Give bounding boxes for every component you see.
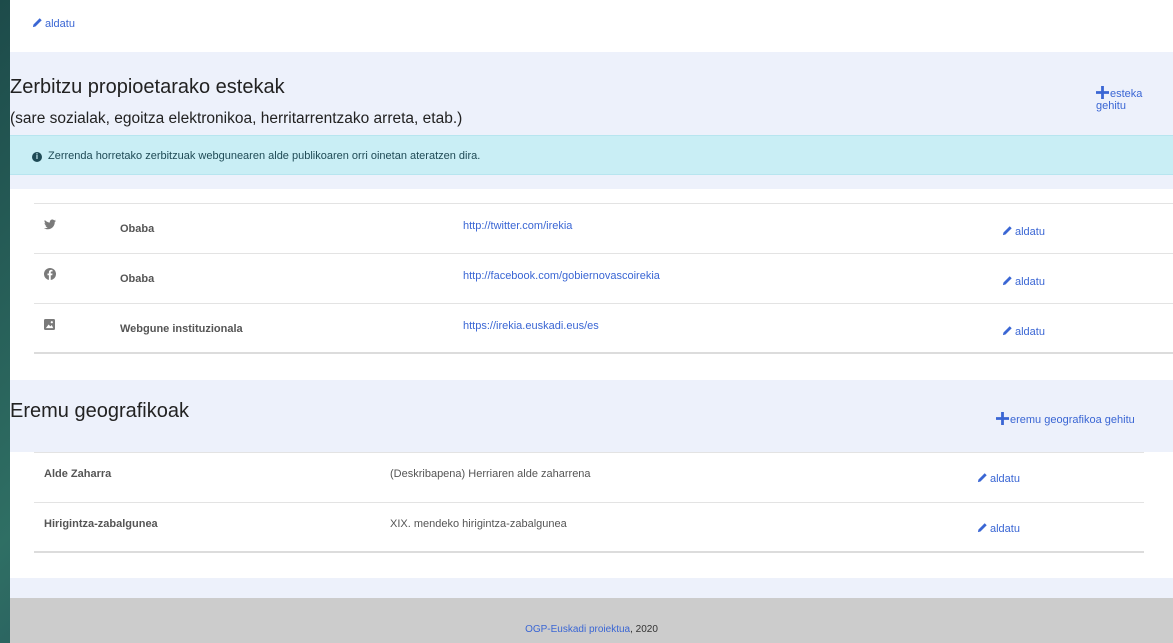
image-icon [44,319,55,333]
edit-button[interactable]: aldatu [977,472,1020,485]
add-link-button[interactable]: esteka gehitu [1096,86,1173,112]
geo-description: (Deskribapena) Herriaren alde zaharrena [390,468,591,480]
top-edit-label: aldatu [45,18,75,30]
geo-title: Eremu geografikoak [10,400,189,422]
pencil-icon [1002,226,1012,236]
geo-name: Alde Zaharra [44,468,112,480]
service-url[interactable]: http://twitter.com/irekia [463,220,572,232]
table-row: Obaba http://facebook.com/gobiernovascoi… [34,254,1173,304]
geo-name: Hirigintza-zabalgunea [44,518,158,530]
edit-button[interactable]: aldatu [1002,225,1045,238]
geo-section: Eremu geografikoak eremu geografikoa geh… [10,380,1173,452]
geo-table: Alde Zaharra (Deskribapena) Herriaren al… [34,452,1144,553]
plus-icon [996,412,1009,425]
edit-button[interactable]: aldatu [1002,325,1045,338]
table-row: Hirigintza-zabalgunea XIX. mendeko hirig… [34,503,1144,553]
table-row: Alde Zaharra (Deskribapena) Herriaren al… [34,453,1144,503]
facebook-icon [44,268,56,283]
edit-label: aldatu [990,523,1020,535]
services-title: Zerbitzu propioetarako estekak [10,76,285,98]
geo-description: XIX. mendeko hirigintza-zabalgunea [390,518,567,530]
pencil-icon [32,18,42,28]
table-row: Webgune instituzionala https://irekia.eu… [34,304,1173,354]
service-url[interactable]: https://irekia.euskadi.eus/es [463,320,599,332]
table-row: Obaba http://twitter.com/irekia aldatu [34,204,1173,254]
edit-label: aldatu [990,473,1020,485]
info-icon: i [32,152,42,162]
edit-button[interactable]: aldatu [1002,275,1045,288]
add-geo-button[interactable]: eremu geografikoa gehitu [996,412,1135,426]
add-geo-label: eremu geografikoa gehitu [1010,414,1135,426]
service-name: Obaba [120,223,155,235]
footer-project-link[interactable]: OGP-Euskadi proiektua [525,624,630,635]
info-alert: i Zerrenda horretako zerbitzuak webgunear… [10,135,1173,175]
twitter-icon [44,219,56,233]
service-name: Webgune instituzionala [120,323,243,335]
service-url[interactable]: http://facebook.com/gobiernovascoirekia [463,270,660,282]
pencil-icon [977,523,987,533]
edit-button[interactable]: aldatu [977,522,1020,535]
plus-icon [1096,86,1109,99]
footer-year: , 2020 [630,624,658,635]
pencil-icon [1002,276,1012,286]
edit-label: aldatu [1015,276,1045,288]
edit-label: aldatu [1015,326,1045,338]
info-text: Zerrenda horretako zerbitzuak webguneare… [48,150,481,162]
edit-label: aldatu [1015,226,1045,238]
pencil-icon [1002,326,1012,336]
top-edit-link[interactable]: aldatu [32,17,75,30]
bottom-band [10,578,1173,598]
pencil-icon [977,473,987,483]
services-subtitle: (sare sozialak, egoitza elektronikoa, he… [10,110,463,127]
main-panel: aldatu Zerbitzu propioetarako estekak (s… [10,0,1173,643]
service-name: Obaba [120,273,155,285]
services-table: Obaba http://twitter.com/irekia aldatu O… [34,203,1173,354]
footer: OGP-Euskadi proiektua, 2020 [10,598,1173,643]
